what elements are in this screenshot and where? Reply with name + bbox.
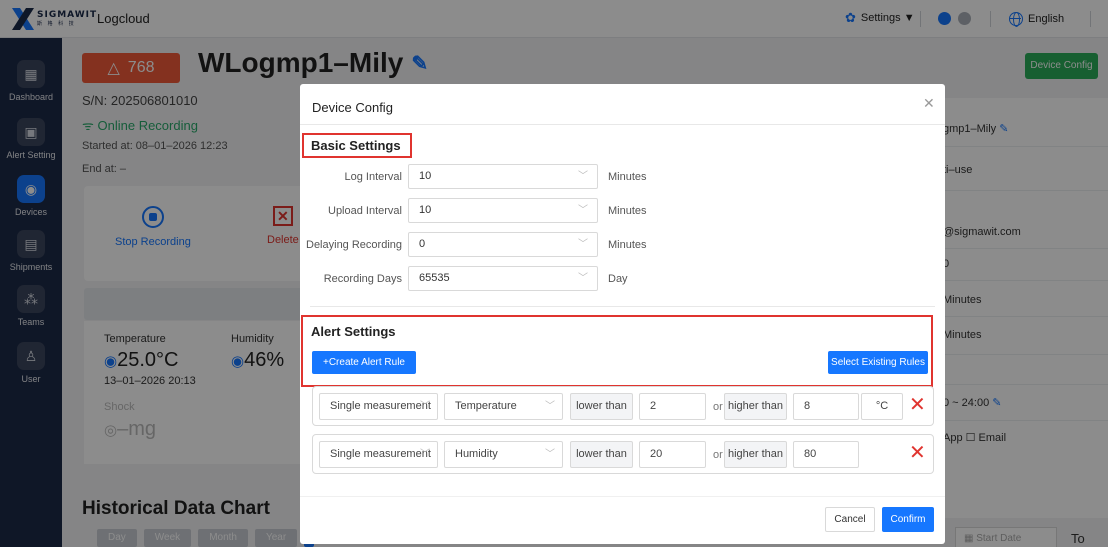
rule-mode-select[interactable]: Single measurement ﹀	[319, 441, 438, 468]
chevron-down-icon: ﹀	[578, 273, 588, 284]
lower-threshold-input[interactable]: 20	[639, 441, 706, 468]
rule-measure-select[interactable]: Temperature ﹀	[444, 393, 563, 420]
chevron-down-icon: ﹀	[578, 171, 588, 182]
alert-rule-row: Single measurement ﹀ Humidity ﹀ lower than…	[312, 434, 934, 474]
close-icon[interactable]: ✕	[923, 95, 935, 112]
delaying-recording-label: Delaying Recording	[306, 239, 402, 251]
recording-days-label: Recording Days	[323, 273, 402, 285]
lower-than-label: lower than	[570, 441, 633, 468]
device-config-modal: Device Config ✕ Basic Settings Log Inter…	[300, 84, 945, 544]
delaying-recording-unit: Minutes	[608, 239, 647, 251]
log-interval-select[interactable]: 10 ﹀	[408, 164, 598, 189]
higher-threshold-input[interactable]: 8	[793, 393, 859, 420]
chevron-down-icon: ﹀	[545, 401, 555, 412]
or-label: or	[713, 449, 723, 461]
delete-rule-icon[interactable]: ✕	[909, 393, 926, 417]
higher-than-label: higher than	[724, 393, 787, 420]
recording-days-unit: Day	[608, 273, 628, 285]
select-existing-rules-button[interactable]: Select Existing Rules	[828, 351, 928, 374]
chevron-down-icon: ﹀	[578, 239, 588, 250]
footer-divider	[300, 496, 945, 497]
confirm-button[interactable]: Confirm	[882, 507, 934, 532]
recording-days-select[interactable]: 65535 ﹀	[408, 266, 598, 291]
higher-threshold-input[interactable]: 80	[793, 441, 859, 468]
higher-than-label: higher than	[724, 441, 787, 468]
chevron-down-icon: ﹀	[420, 449, 430, 460]
lower-threshold-input[interactable]: 2	[639, 393, 706, 420]
delaying-recording-select[interactable]: 0 ﹀	[408, 232, 598, 257]
lower-than-label: lower than	[570, 393, 633, 420]
rule-measure-select[interactable]: Humidity ﹀	[444, 441, 563, 468]
alert-settings-title: Alert Settings	[311, 324, 396, 339]
section-divider	[310, 306, 935, 307]
basic-settings-title: Basic Settings	[311, 138, 401, 153]
delete-rule-icon[interactable]: ✕	[909, 441, 926, 465]
or-label: or	[713, 401, 723, 413]
upload-interval-unit: Minutes	[608, 205, 647, 217]
chevron-down-icon: ﹀	[578, 205, 588, 216]
alert-rule-row: Single measurement ﹀ Temperature ﹀ lower t…	[312, 386, 934, 426]
create-alert-rule-button[interactable]: +Create Alert Rule	[312, 351, 416, 374]
chevron-down-icon: ﹀	[420, 401, 430, 412]
unit-label: °C	[861, 393, 903, 420]
modal-divider	[300, 124, 945, 125]
modal-title: Device Config	[312, 100, 393, 115]
log-interval-label: Log Interval	[344, 171, 402, 183]
log-interval-unit: Minutes	[608, 171, 647, 183]
chevron-down-icon: ﹀	[545, 449, 555, 460]
upload-interval-label: Upload Interval	[328, 205, 402, 217]
upload-interval-select[interactable]: 10 ﹀	[408, 198, 598, 223]
cancel-button[interactable]: Cancel	[825, 507, 875, 532]
rule-mode-select[interactable]: Single measurement ﹀	[319, 393, 438, 420]
